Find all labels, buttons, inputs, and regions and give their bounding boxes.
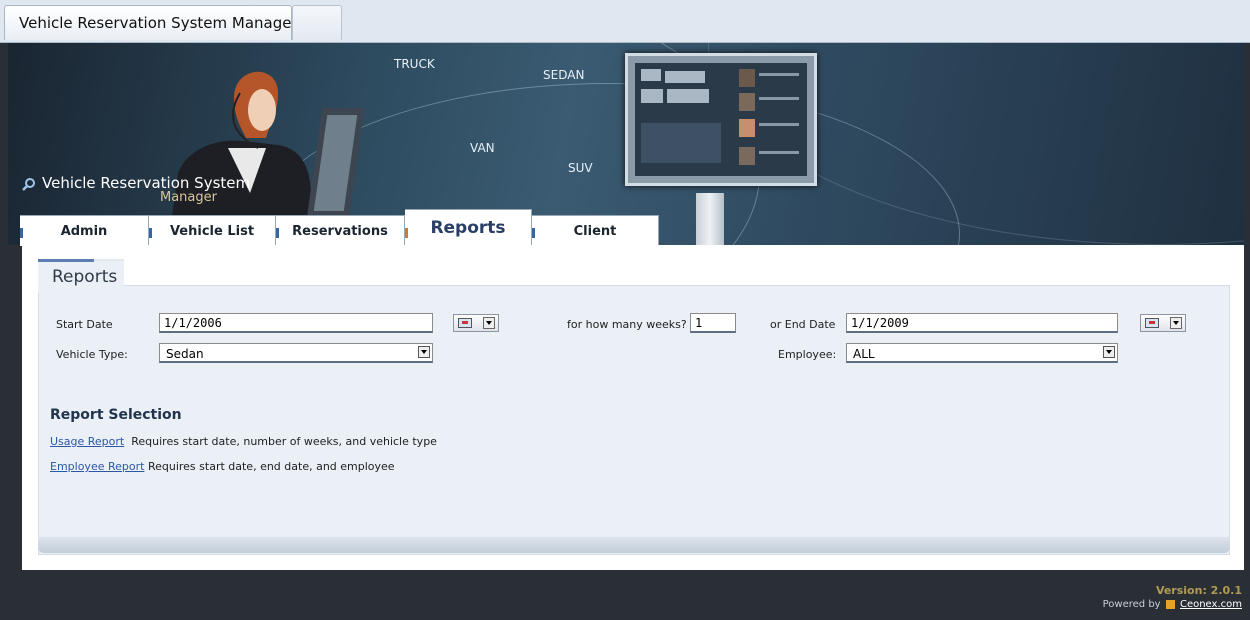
employee-report-description: Requires start date, end date, and emplo… [147,460,395,473]
weeks-label: for how many weeks? [567,318,687,331]
tab-reservations[interactable]: Reservations [276,215,405,246]
app-subtitle: Manager [160,190,217,205]
app-brand: Vehicle Reservation System Manager [22,174,250,205]
wall-monitor-image [625,53,817,186]
tab-marker [276,228,279,238]
tab-marker [405,228,408,238]
tab-label: Vehicle List [169,223,255,239]
report-selection-heading: Report Selection [50,407,182,423]
employee-value: ALL [853,347,875,361]
vehicle-label-suv: SUV [568,161,593,175]
report-item-usage: Usage Report Requires start date, number… [50,435,437,448]
employee-report-link[interactable]: Employee Report [50,460,144,473]
tab-label: Admin [60,223,108,239]
end-date-picker-button[interactable] [1140,314,1186,332]
powered-by: Powered by Ceonex.com [1103,599,1242,610]
chevron-down-icon [1170,317,1182,329]
vehicle-label-van: VAN [470,141,495,155]
ceonex-logo-icon [1165,599,1175,609]
usage-report-link[interactable]: Usage Report [50,435,124,448]
magnifier-icon [22,178,35,191]
new-tab-button[interactable] [292,5,342,40]
tab-marker [149,228,152,238]
ceonex-link[interactable]: Ceonex.com [1180,599,1242,610]
chevron-down-icon [483,317,495,329]
start-date-picker-button[interactable] [453,314,499,332]
tab-reports[interactable]: Reports [405,209,532,246]
browser-tab-bar: Vehicle Reservation System Manager [0,0,1250,43]
end-date-input[interactable]: 1/1/2009 [846,313,1118,333]
calendar-icon [458,318,472,328]
vehicle-label-sedan: SEDAN [543,68,585,82]
tab-label: Client [573,223,617,239]
employee-select[interactable]: ALL [846,343,1118,363]
browser-tab[interactable]: Vehicle Reservation System Manager [4,5,298,40]
start-date-label: Start Date [56,318,113,331]
chevron-down-icon[interactable] [418,346,430,358]
powered-by-text: Powered by [1102,599,1161,610]
content-panel: Reports Start Date 1/1/2006 for how many… [22,245,1244,570]
employee-label: Employee: [778,348,837,361]
end-date-label: or End Date [770,318,836,331]
start-date-input[interactable]: 1/1/2006 [159,313,433,333]
weeks-input[interactable]: 1 [690,313,736,333]
browser-tab-title: Vehicle Reservation System Manager [19,14,298,32]
report-item-employee: Employee Report Requires start date, end… [50,460,395,473]
version-text: Version: 2.0.1 [1155,584,1242,597]
tab-vehicle-list[interactable]: Vehicle List [149,215,276,246]
app-title: Vehicle Reservation System [42,174,251,192]
tab-marker [532,228,535,238]
main-nav: Admin Vehicle List Reservations Reports … [20,209,659,246]
tab-admin[interactable]: Admin [20,215,149,246]
vehicle-type-value: Sedan [166,347,204,361]
tab-marker [20,228,23,238]
kiosk-image [696,193,724,245]
tab-label: Reports [430,218,506,238]
usage-report-description: Requires start date, number of weeks, an… [131,435,437,448]
section-tab: Reports [38,259,124,293]
section-tab-accent [38,259,94,262]
vehicle-type-select[interactable]: Sedan [159,343,433,363]
panel-footer-bar [38,537,1230,553]
chevron-down-icon[interactable] [1103,346,1115,358]
tab-client[interactable]: Client [532,215,659,246]
section-title: Reports [52,267,118,287]
vehicle-type-label: Vehicle Type: [56,348,128,361]
tab-label: Reservations [292,223,388,239]
vehicle-label-truck: TRUCK [394,57,435,71]
monitor-screen [635,63,807,176]
calendar-icon [1145,318,1159,328]
page-footer: Version: 2.0.1 Powered by Ceonex.com [1103,584,1242,610]
